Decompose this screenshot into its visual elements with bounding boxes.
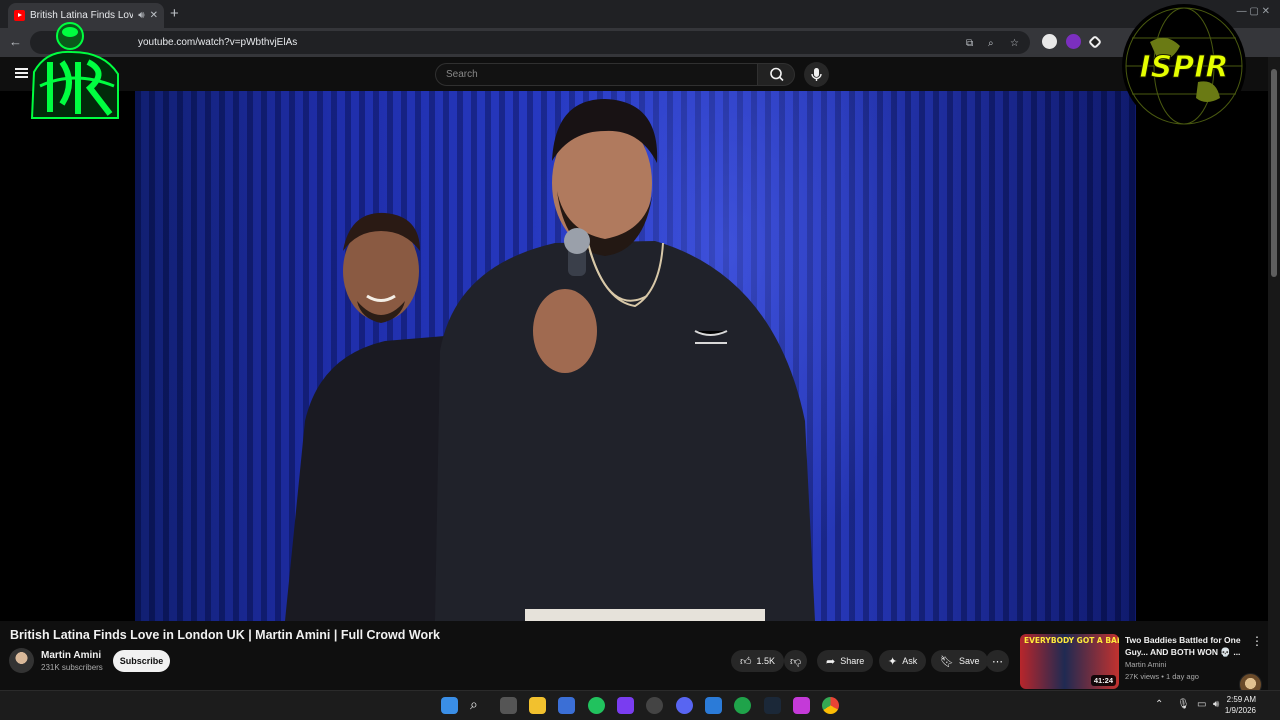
bookmark-star-icon[interactable]: ☆ [1010,38,1019,49]
speaker-icon[interactable]: 🔊︎ [138,10,144,21]
extension-google-icon[interactable] [1042,34,1057,49]
dislike-button[interactable]: 👎︎ [784,650,808,672]
bookmark-icon: 🔖︎ [940,655,954,668]
clock-date: 1/9/2026 [1224,706,1256,715]
thumbs-up-icon: 👍︎ [740,655,752,668]
voice-search-button[interactable] [804,62,829,87]
discord-icon[interactable] [676,697,693,714]
like-button[interactable]: 👍︎ 1.5K [731,650,785,672]
green-emblem-logo [30,22,119,119]
sparkle-icon: ✦ [888,655,898,668]
more-actions-button[interactable]: ⋯ [986,650,1009,672]
channel-avatar[interactable] [9,648,34,673]
microphone-icon [811,68,822,81]
youtube-header: Search [0,57,1268,91]
share-button[interactable]: ➦ Share [817,650,874,672]
recommended-meta: 27K views • 1 day ago [1125,672,1199,681]
video-frame[interactable] [135,91,1136,621]
tray-mic-icon[interactable]: 🎙︎ [1177,699,1190,710]
tab-title: British Latina Finds Love in London [30,10,134,21]
mail-icon[interactable] [705,697,722,714]
tab-close-icon[interactable]: ✕ [150,10,158,21]
install-app-icon[interactable]: ⧉ [966,38,973,49]
windows-start-icon[interactable] [441,697,458,714]
subscribe-button[interactable]: Subscribe [113,650,170,672]
subscriber-count: 231K subscribers [41,663,103,672]
extension-purple-icon[interactable] [1066,34,1081,49]
windows-taskbar: ⌕ ⌃ 🎙︎ ▭ 🔊︎ 2:59 AM 1/9/2026 [0,690,1280,720]
recommended-video-thumbnail[interactable]: EVERYBODY GOT A BADDIE 41:24 [1020,634,1119,689]
share-arrow-icon: ➦ [826,655,836,668]
search-input[interactable]: Search [435,63,758,86]
recommended-video-title[interactable]: Two Baddies Battled for One Guy... AND B… [1125,634,1245,658]
video-player[interactable] [0,91,1268,696]
like-count: 1.5K [756,656,776,666]
recommended-channel[interactable]: Martin Amini [1125,660,1166,669]
youtube-favicon-icon [14,10,25,21]
globe-icon: ISPIR [1122,4,1246,128]
green-app-icon[interactable] [588,697,605,714]
purple-app-icon[interactable] [793,697,810,714]
save-button[interactable]: 🔖︎ Save [931,650,989,672]
ask-label: Ask [902,656,918,666]
xbox-icon[interactable] [734,697,751,714]
browser-toolbar: ← youtube.com/watch?v=pWbthvjElAs ⧉ ⌕ ☆ [0,28,1280,57]
share-label: Share [840,656,865,666]
video-title: British Latina Finds Love in London UK |… [10,628,440,642]
browser-tab-strip: British Latina Finds Love in London 🔊︎ ✕… [0,0,1280,28]
search-icon [770,67,784,82]
thumbnail-caption: EVERYBODY GOT A BADDIE [1024,636,1119,645]
obs-icon[interactable] [646,697,663,714]
zoom-icon[interactable]: ⌕ [988,38,994,49]
page-scrollbar[interactable] [1268,57,1280,690]
new-tab-button[interactable]: + [170,5,179,22]
taskbar-clock[interactable]: 2:59 AM 1/9/2026 [1225,694,1256,716]
task-view-icon[interactable] [500,697,517,714]
tray-chevron-icon[interactable]: ⌃ [1155,699,1163,710]
thumbs-down-icon: 👎︎ [790,655,802,668]
video-scene [285,99,815,621]
ask-button[interactable]: ✦ Ask [879,650,927,672]
extension-diamond-icon[interactable] [1087,34,1103,50]
chrome-icon[interactable] [822,697,839,714]
more-horizontal-icon: ⋯ [992,655,1003,668]
clock-time: 2:59 AM [1226,695,1256,704]
search-icon[interactable]: ⌕ [470,696,487,713]
volume-icon[interactable]: 🔊︎ [1213,699,1219,710]
address-bar[interactable]: youtube.com/watch?v=pWbthvjElAs ⧉ ⌕ ☆ [30,31,1030,54]
steam-icon[interactable] [764,697,781,714]
globe-logo-text: ISPIR [1139,50,1228,85]
file-explorer-icon[interactable] [529,697,546,714]
save-label: Save [958,656,980,666]
video-duration: 41:24 [1090,675,1116,686]
scrollbar-thumb[interactable] [1271,69,1277,277]
store-icon[interactable] [558,697,575,714]
more-vertical-icon[interactable]: ⋮ [1251,634,1263,648]
url-text[interactable]: youtube.com/watch?v=pWbthvjElAs [138,37,297,48]
grid-app-icon[interactable] [617,697,634,714]
globe-logo: ISPIR [1120,2,1248,130]
search-button[interactable] [757,63,795,86]
back-arrow-icon[interactable]: ← [9,34,22,49]
network-icon[interactable]: ▭ [1197,699,1206,710]
channel-name[interactable]: Martin Amini [41,650,101,661]
